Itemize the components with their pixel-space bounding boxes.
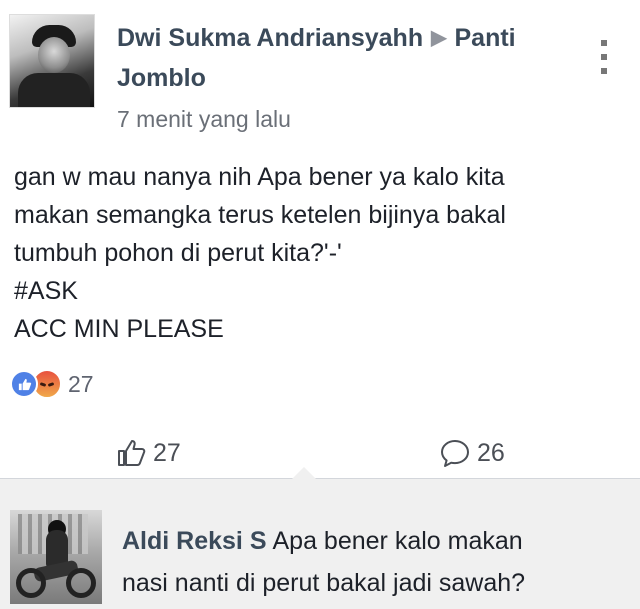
author-avatar[interactable] [9,14,95,108]
comment-count: 26 [477,438,505,467]
commenter-name[interactable]: Aldi Reksi S [122,527,267,555]
comment-bubble-icon [441,440,469,467]
post-text-line: gan w mau nanya nih Apa bener ya kalo ki… [14,163,505,191]
avatar-body [18,73,90,107]
post-header: Dwi Sukma Andriansyahh ▶ Panti [117,24,516,53]
comment-line: Aldi Reksi S Apa bener kalo makan [122,520,632,562]
post-timestamp[interactable]: 7 menit yang lalu [117,106,291,133]
dot [601,68,607,74]
group-name-continued[interactable]: Jomblo [117,64,206,93]
thumbs-up-icon [118,440,146,466]
group-name[interactable]: Panti [454,24,515,52]
reactions-summary[interactable]: 27 [10,367,94,401]
like-reaction-icon [10,370,38,398]
avatar-wheel [16,568,46,598]
post-text-line: makan semangka terus ketelen bijinya bak… [14,201,506,229]
post-text-line: ACC MIN PLEASE [14,315,224,343]
comment-notch [292,467,316,479]
right-arrow-icon: ▶ [431,27,447,49]
comment-text-line: Apa bener kalo makan [272,527,523,555]
post-body: gan w mau nanya nih Apa bener ya kalo ki… [14,158,634,348]
more-options-icon[interactable] [599,40,609,74]
reaction-count: 27 [68,370,94,397]
like-button[interactable]: 27 [115,437,181,469]
comment-text-line: nasi nanti di perut bakal jadi sawah? [122,569,526,597]
avatar-face [38,37,70,73]
comment-button[interactable]: 26 [439,437,505,469]
post-text-line: tumbuh pohon di perut kita?'-' [14,239,342,267]
hashtag[interactable]: #ASK [14,272,634,310]
dot [601,54,607,60]
comment-body: Aldi Reksi S Apa bener kalo makan nasi na… [122,520,632,604]
post-card: Dwi Sukma Andriansyahh ▶ Panti Jomblo 7 me… [0,0,640,478]
commenter-avatar[interactable] [10,510,102,604]
author-name[interactable]: Dwi Sukma Andriansyahh [117,24,423,52]
dot [601,40,607,46]
avatar-wheel [66,568,96,598]
like-count: 27 [153,438,181,467]
